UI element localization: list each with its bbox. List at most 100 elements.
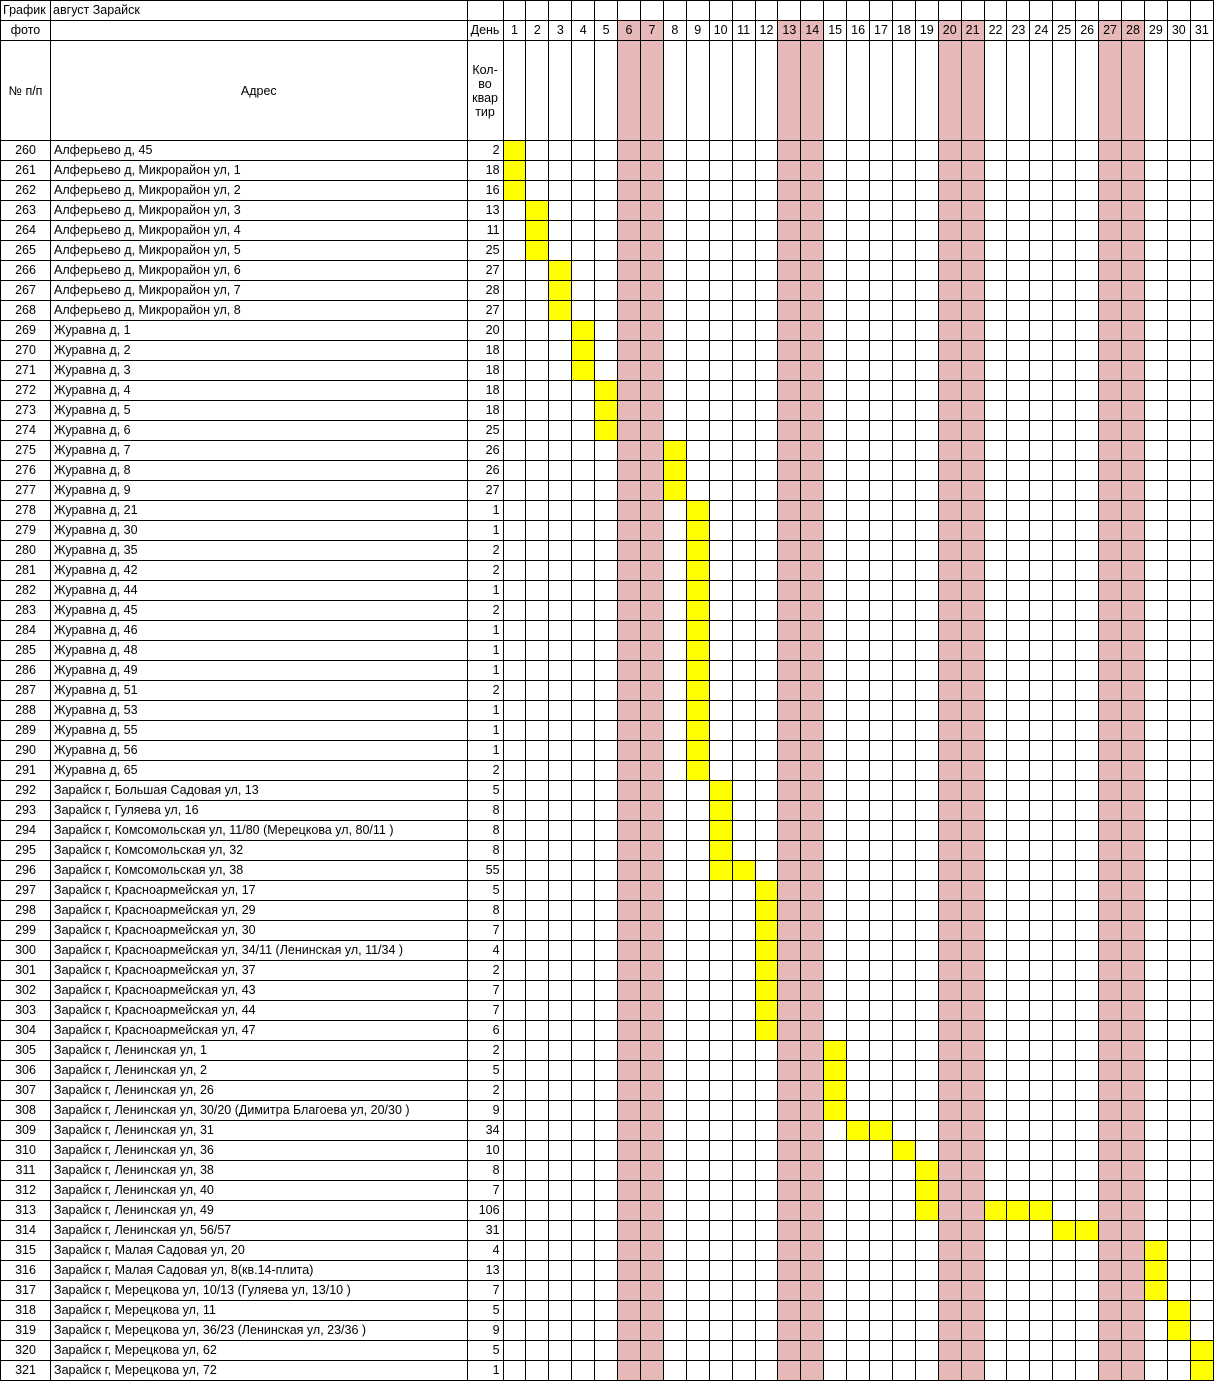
day-cell — [869, 220, 893, 241]
day-cell — [1166, 1060, 1191, 1081]
day-cell — [548, 800, 573, 821]
day-cell — [800, 1220, 825, 1241]
row-number: 317 — [0, 1280, 52, 1301]
day-cell — [548, 440, 573, 461]
day-cell — [983, 200, 1008, 221]
day-cell — [937, 160, 962, 181]
day-cell — [1098, 180, 1123, 201]
day-cell — [639, 940, 664, 961]
day-cell — [846, 260, 871, 281]
day-cell — [731, 880, 756, 901]
day-cell — [571, 640, 596, 661]
table-row: 306 Зарайск г, Ленинская ул, 25 — [0, 1060, 1215, 1081]
scheduled-day-cell — [1189, 1360, 1215, 1381]
day-cell — [1121, 860, 1145, 881]
table-row: 310 Зарайск г, Ленинская ул, 36 10 — [0, 1140, 1215, 1161]
day-cell — [1189, 920, 1215, 941]
day-cell — [662, 300, 687, 321]
day-cell — [777, 600, 802, 621]
day-cell — [1166, 800, 1191, 821]
day-cell — [662, 140, 687, 161]
day-cell — [777, 1160, 802, 1181]
day-cell — [639, 540, 664, 561]
day-cell — [617, 660, 641, 681]
day-cell — [502, 440, 527, 461]
day-cell — [800, 980, 825, 1001]
day-cell — [1006, 700, 1031, 721]
day-cell — [960, 940, 985, 961]
day-cell — [708, 1260, 733, 1281]
table-row: 304 Зарайск г, Красноармейская ул, 47 6 — [0, 1020, 1215, 1041]
day-cell — [1166, 1120, 1191, 1141]
row-apartment-count: 8 — [466, 900, 504, 921]
day-cell — [685, 860, 710, 881]
day-cell — [594, 1240, 619, 1261]
day-cell — [800, 720, 825, 741]
day-cell — [914, 1020, 939, 1041]
day-cell — [846, 820, 871, 841]
day-header-20: 20 — [937, 20, 962, 41]
day-cell — [639, 280, 664, 301]
scheduled-day-cell — [525, 220, 550, 241]
row-number: 297 — [0, 880, 52, 901]
day-cell — [937, 600, 962, 621]
day-cell — [639, 1260, 664, 1281]
day-cell — [594, 1000, 619, 1021]
day-cell — [594, 1220, 619, 1241]
scheduled-day-cell — [891, 1140, 916, 1161]
day-cell — [1075, 140, 1100, 161]
row-number: 293 — [0, 800, 52, 821]
day-cell — [914, 640, 939, 661]
day-cell — [800, 420, 825, 441]
day-cell — [571, 660, 596, 681]
day-cell — [548, 1040, 573, 1061]
day-cell — [823, 960, 848, 981]
day-cell — [937, 1080, 962, 1101]
day-cell — [617, 380, 641, 401]
day-cell — [1189, 400, 1215, 421]
day-cell — [777, 200, 802, 221]
day-cell — [731, 600, 756, 621]
day-cell — [823, 820, 848, 841]
day-cell — [1166, 1360, 1191, 1381]
row-apartment-count: 2 — [466, 760, 504, 781]
day-cell — [846, 560, 871, 581]
day-cell — [731, 720, 756, 741]
day-cell — [846, 500, 871, 521]
day-cell — [846, 600, 871, 621]
day-cell — [1166, 220, 1191, 241]
table-row: 262 Алферьево д, Микрорайон ул, 2 16 — [0, 180, 1215, 201]
day-cell — [1029, 1100, 1054, 1121]
day-cell — [823, 540, 848, 561]
day-cell — [731, 700, 756, 721]
scheduled-day-cell — [502, 140, 527, 161]
day-cell — [777, 240, 802, 261]
row-address: Зарайск г, Красноармейская ул, 43 — [50, 980, 468, 1001]
day-cell — [800, 860, 825, 881]
day-cell — [1052, 600, 1077, 621]
day-cell — [1075, 700, 1100, 721]
row-address: Зарайск г, Красноармейская ул, 37 — [50, 960, 468, 981]
day-cell — [1006, 380, 1031, 401]
day-cell — [731, 200, 756, 221]
day-cell — [1052, 740, 1077, 761]
day-cell — [1189, 660, 1215, 681]
day-cell — [754, 1260, 779, 1281]
day-cell — [1189, 1180, 1215, 1201]
day-cell — [502, 720, 527, 741]
day-cell — [594, 480, 619, 501]
day-cell — [1075, 960, 1100, 981]
day-cell — [1189, 780, 1215, 801]
day-cell — [708, 260, 733, 281]
header-day-blank — [548, 0, 573, 21]
day-cell — [548, 640, 573, 661]
day-cell — [823, 800, 848, 821]
day-cell — [571, 380, 596, 401]
day-cell — [571, 460, 596, 481]
day-cell — [823, 880, 848, 901]
day-cell — [777, 1140, 802, 1161]
table-row: 301 Зарайск г, Красноармейская ул, 37 2 — [0, 960, 1215, 981]
day-cell — [937, 880, 962, 901]
day-cell — [800, 880, 825, 901]
day-cell — [1189, 320, 1215, 341]
